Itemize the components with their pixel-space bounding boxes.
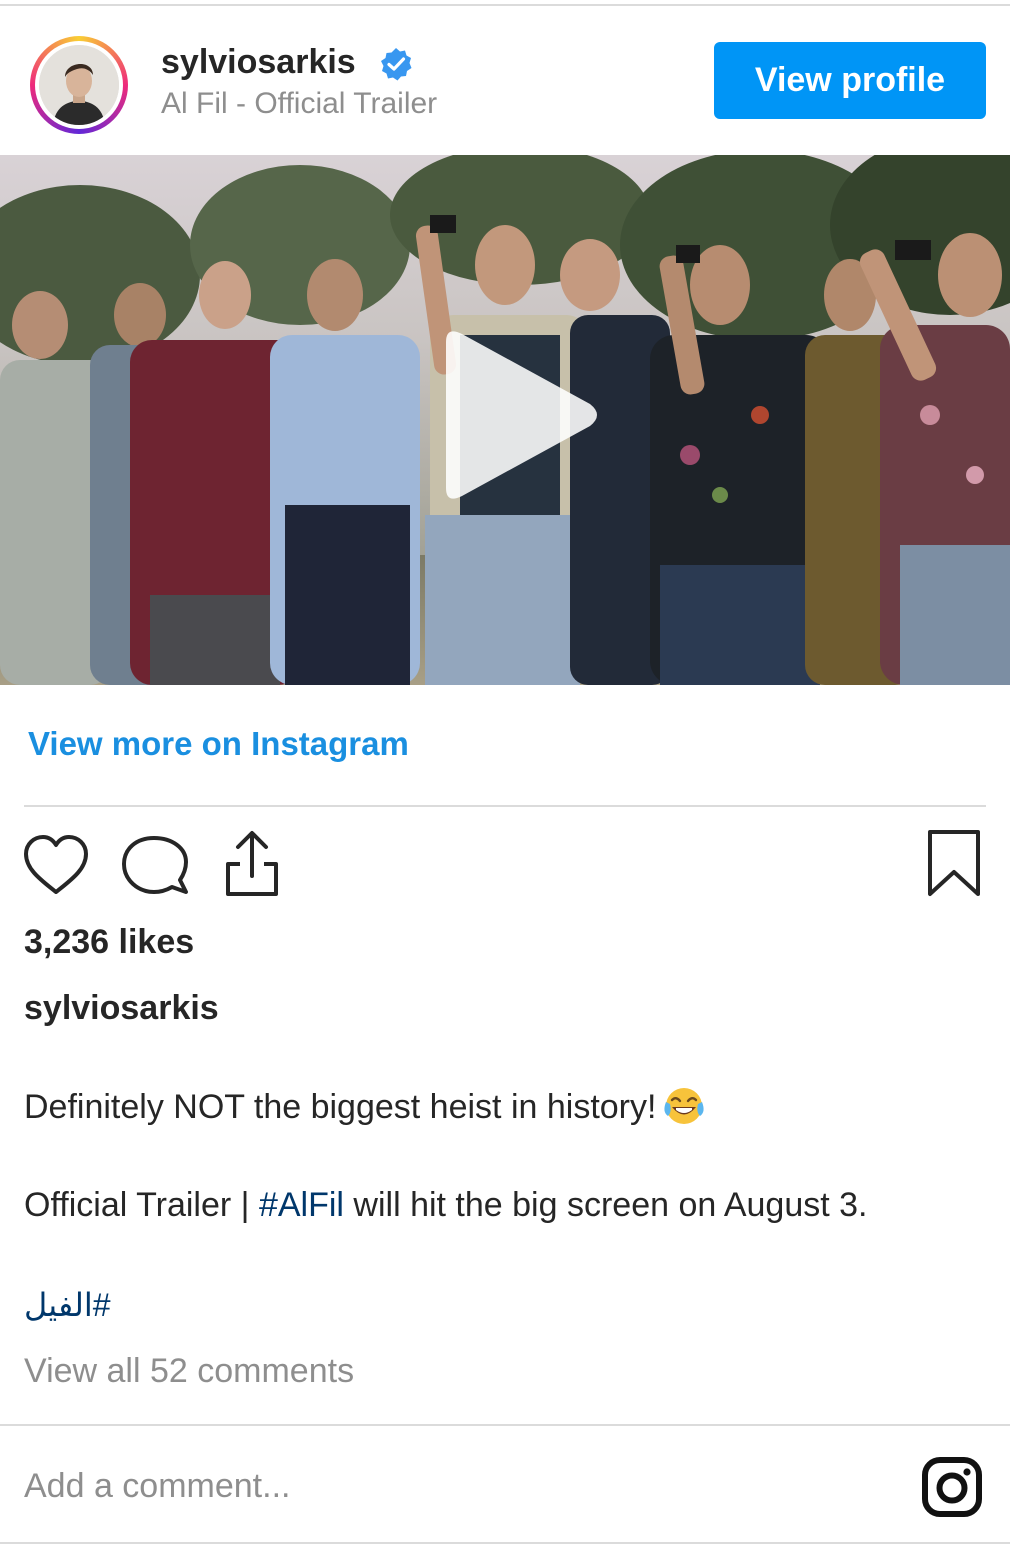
- instagram-embed-card: sylviosarkis Al Fil - Official Trailer V…: [0, 0, 1010, 1549]
- action-bar: [0, 820, 1010, 910]
- caption-text-prefix: Official Trailer |: [24, 1186, 259, 1224]
- caption-username[interactable]: sylviosarkis: [24, 988, 219, 1028]
- hashtag-link[interactable]: #AlFil: [259, 1186, 344, 1224]
- caption-text: Definitely NOT the biggest heist in hist…: [24, 1088, 657, 1126]
- bookmark-icon[interactable]: [924, 828, 984, 898]
- post-header: sylviosarkis Al Fil - Official Trailer V…: [0, 6, 1010, 154]
- caption-text-suffix: will hit the big screen on August 3.: [343, 1186, 868, 1224]
- share-icon[interactable]: [218, 828, 286, 898]
- view-all-comments-link[interactable]: View all 52 comments: [24, 1350, 354, 1392]
- view-more-on-instagram-link[interactable]: View more on Instagram: [28, 724, 409, 764]
- likes-count[interactable]: 3,236 likes: [24, 922, 194, 962]
- verified-badge-icon: [381, 48, 412, 81]
- view-profile-button[interactable]: View profile: [714, 42, 986, 119]
- username[interactable]: sylviosarkis: [161, 42, 356, 82]
- heart-icon[interactable]: [22, 834, 90, 896]
- post-subtitle: Al Fil - Official Trailer: [161, 87, 438, 120]
- profile-photo-icon: [39, 45, 119, 125]
- arabic-hashtag-link[interactable]: #الفيل: [24, 1284, 111, 1326]
- comment-input[interactable]: [24, 1458, 884, 1514]
- divider: [0, 1424, 1010, 1426]
- bottom-border: [0, 1542, 1010, 1544]
- instagram-icon[interactable]: [920, 1455, 984, 1519]
- face-with-tears-of-joy-icon: [664, 1088, 705, 1124]
- video-thumbnail[interactable]: [0, 155, 1010, 685]
- avatar[interactable]: [30, 36, 128, 134]
- play-icon[interactable]: [418, 320, 608, 510]
- caption-line-2: Official Trailer | #AlFil will hit the b…: [24, 1184, 868, 1226]
- caption-line-1: Definitely NOT the biggest heist in hist…: [24, 1086, 706, 1128]
- comment-icon[interactable]: [120, 836, 190, 898]
- divider: [24, 805, 986, 807]
